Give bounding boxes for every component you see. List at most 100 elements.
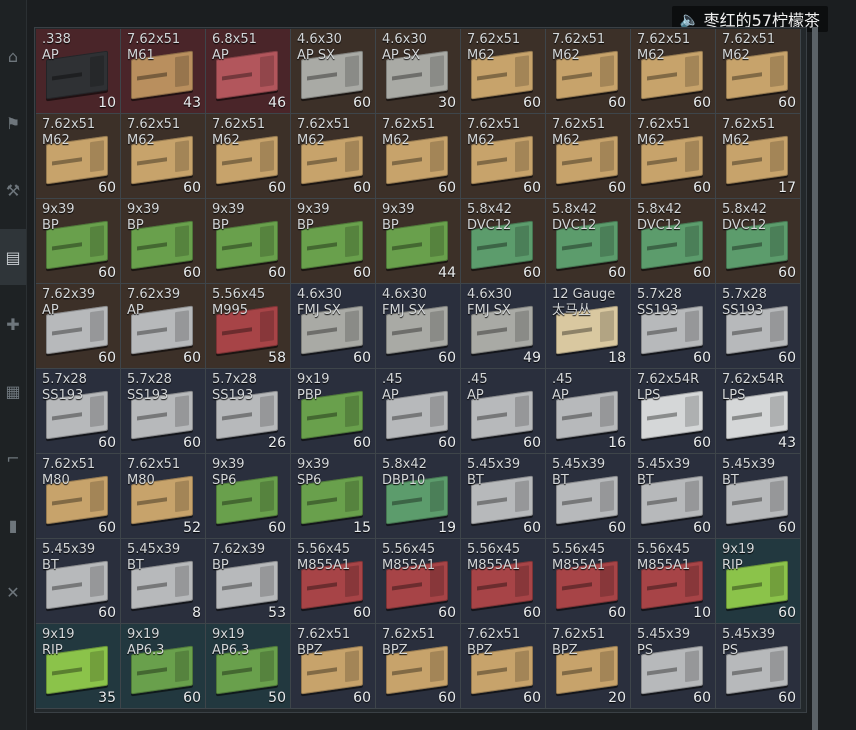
sidebar-tab-icon: ✚ [6,314,20,334]
inventory-slot[interactable]: 9x19 PBP 60 [291,369,376,454]
inventory-slot[interactable]: 4.6x30 FMJ SX 60 [376,284,461,369]
inventory-slot[interactable]: 5.45x39 BT 60 [631,454,716,539]
inventory-slot[interactable]: 7.62x51 M62 60 [546,29,631,114]
inventory-slot[interactable]: 7.62x39 BP 53 [206,539,291,624]
inventory-slot[interactable]: 5.56x45 M855A1 10 [631,539,716,624]
inventory-slot[interactable]: 7.62x51 M62 60 [716,29,801,114]
ammo-type: AP SX [297,48,336,63]
inventory-slot[interactable]: 7.62x51 BPZ 60 [461,624,546,709]
inventory-slot[interactable]: 7.62x54R LPS 43 [716,369,801,454]
inventory-slot[interactable]: 5.8x42 DVC12 60 [716,199,801,284]
sidebar-tab-3[interactable]: ⚒ [0,162,26,218]
sidebar-tab-1[interactable]: ⌂ [0,28,26,84]
inventory-slot[interactable]: 4.6x30 AP SX 60 [291,29,376,114]
inventory-slot[interactable]: 5.7x28 SS193 60 [36,369,121,454]
inventory-slot[interactable]: 5.45x39 BT 60 [36,539,121,624]
inventory-slot[interactable]: 7.62x39 AP 60 [121,284,206,369]
inventory-slot[interactable]: 5.56x45 M995 58 [206,284,291,369]
ammo-caliber: 5.56x45 [467,542,521,557]
inventory-slot[interactable]: 9x39 BP 60 [291,199,376,284]
inventory-slot[interactable]: .45 AP 60 [461,369,546,454]
inventory-slot[interactable]: 12 Gauge 太马丛 18 [546,284,631,369]
sidebar-tab-4[interactable]: ▤ [0,229,26,285]
inventory-slot[interactable]: 5.45x39 BT 60 [461,454,546,539]
inventory-slot[interactable]: 4.6x30 AP SX 30 [376,29,461,114]
ammo-type: BPZ [467,643,493,658]
inventory-slot[interactable]: 9x39 BP 44 [376,199,461,284]
inventory-slot[interactable]: 7.62x51 BPZ 60 [376,624,461,709]
sidebar-tab-2[interactable]: ⚑ [0,95,26,151]
sidebar-tab-8[interactable]: ▮ [0,497,26,553]
inventory-slot[interactable]: 4.6x30 FMJ SX 60 [291,284,376,369]
inventory-slot[interactable]: 5.8x42 DVC12 60 [631,199,716,284]
inventory-slot[interactable]: 7.62x51 M80 52 [121,454,206,539]
inventory-slot[interactable]: 5.7x28 SS193 26 [206,369,291,454]
inventory-slot[interactable]: 9x39 BP 60 [206,199,291,284]
stack-count: 60 [693,435,711,451]
inventory-slot[interactable]: .45 AP 60 [376,369,461,454]
inventory-slot[interactable]: 5.7x28 SS193 60 [121,369,206,454]
ammo-type: AP [42,48,59,63]
inventory-slot[interactable]: 7.62x51 M61 43 [121,29,206,114]
inventory-slot[interactable]: 5.7x28 SS193 60 [716,284,801,369]
ammo-caliber: 9x39 [297,202,330,217]
inventory-slot[interactable]: 7.62x51 BPZ 20 [546,624,631,709]
ammo-caliber: 5.45x39 [637,627,691,642]
inventory-slot[interactable]: 6.8x51 AP 46 [206,29,291,114]
inventory-slot[interactable]: 5.45x39 PS 60 [716,624,801,709]
inventory-slot[interactable]: 7.62x51 M62 60 [631,29,716,114]
inventory-slot[interactable]: 7.62x51 M62 60 [631,114,716,199]
inventory-slot[interactable]: 5.45x39 BT 60 [716,454,801,539]
sidebar-tab-icon: ⌂ [7,46,19,66]
inventory-slot[interactable]: 5.7x28 SS193 60 [631,284,716,369]
inventory-slot[interactable]: 9x39 BP 60 [36,199,121,284]
inventory-slot[interactable]: 7.62x51 M62 17 [716,114,801,199]
scrollbar[interactable] [812,27,818,730]
inventory-slot[interactable]: 5.45x39 PS 60 [631,624,716,709]
inventory-slot[interactable]: 5.8x42 DVC12 60 [461,199,546,284]
inventory-slot[interactable]: 7.62x51 M62 60 [376,114,461,199]
inventory-slot[interactable]: 5.45x39 BT 8 [121,539,206,624]
inventory-slot[interactable]: 7.62x51 M62 60 [546,114,631,199]
inventory-slot[interactable]: 7.62x54R LPS 60 [631,369,716,454]
inventory-slot[interactable]: 9x19 RIP 35 [36,624,121,709]
inventory-slot[interactable]: 7.62x51 M80 60 [36,454,121,539]
inventory-slot[interactable]: 7.62x51 M62 60 [36,114,121,199]
ammo-caliber: .45 [467,372,488,387]
inventory-slot[interactable]: 7.62x51 M62 60 [461,114,546,199]
ammo-type: BP [127,218,144,233]
inventory-slot[interactable]: 9x39 SP6 60 [206,454,291,539]
inventory-slot[interactable]: 5.8x42 DBP10 19 [376,454,461,539]
inventory-slot[interactable]: 5.45x39 BT 60 [546,454,631,539]
inventory-slot[interactable]: 5.56x45 M855A1 60 [376,539,461,624]
inventory-slot[interactable]: 7.62x51 M62 60 [461,29,546,114]
inventory-slot[interactable]: 5.56x45 M855A1 60 [546,539,631,624]
inventory-slot[interactable]: 4.6x30 FMJ SX 49 [461,284,546,369]
inventory-slot[interactable]: 7.62x51 M62 60 [121,114,206,199]
inventory-slot[interactable]: 5.56x45 M855A1 60 [291,539,376,624]
inventory-slot[interactable]: 9x19 AP6.3 50 [206,624,291,709]
sidebar-tab-9[interactable]: ✕ [0,564,26,620]
inventory-slot[interactable]: 7.62x51 M62 60 [291,114,376,199]
inventory-slot[interactable]: 9x19 RIP 60 [716,539,801,624]
stack-count: 60 [353,265,371,281]
inventory-slot[interactable]: 5.8x42 DVC12 60 [546,199,631,284]
inventory-slot[interactable]: 9x39 BP 60 [121,199,206,284]
stack-count: 60 [268,265,286,281]
sidebar-tab-6[interactable]: ▦ [0,363,26,419]
inventory-slot[interactable]: 9x19 AP6.3 60 [121,624,206,709]
inventory-slot[interactable]: .338 AP 10 [36,29,121,114]
inventory-slot[interactable]: 7.62x39 AP 60 [36,284,121,369]
sidebar-tab-5[interactable]: ✚ [0,296,26,352]
inventory-slot[interactable]: .45 AP 16 [546,369,631,454]
inventory-slot[interactable]: 7.62x51 M62 60 [206,114,291,199]
inventory-slot[interactable]: 7.62x51 BPZ 60 [291,624,376,709]
ammo-caliber-label: 7.62x54R LPS [637,372,699,404]
ammo-caliber-label: .45 AP [382,372,403,404]
sidebar-tab-7[interactable]: ⌐ [0,430,26,486]
scrollbar-thumb[interactable] [812,27,818,730]
ammo-caliber-label: 5.45x39 PS [637,627,690,659]
stack-count: 60 [268,520,286,536]
inventory-slot[interactable]: 5.56x45 M855A1 60 [461,539,546,624]
inventory-slot[interactable]: 9x39 SP6 15 [291,454,376,539]
